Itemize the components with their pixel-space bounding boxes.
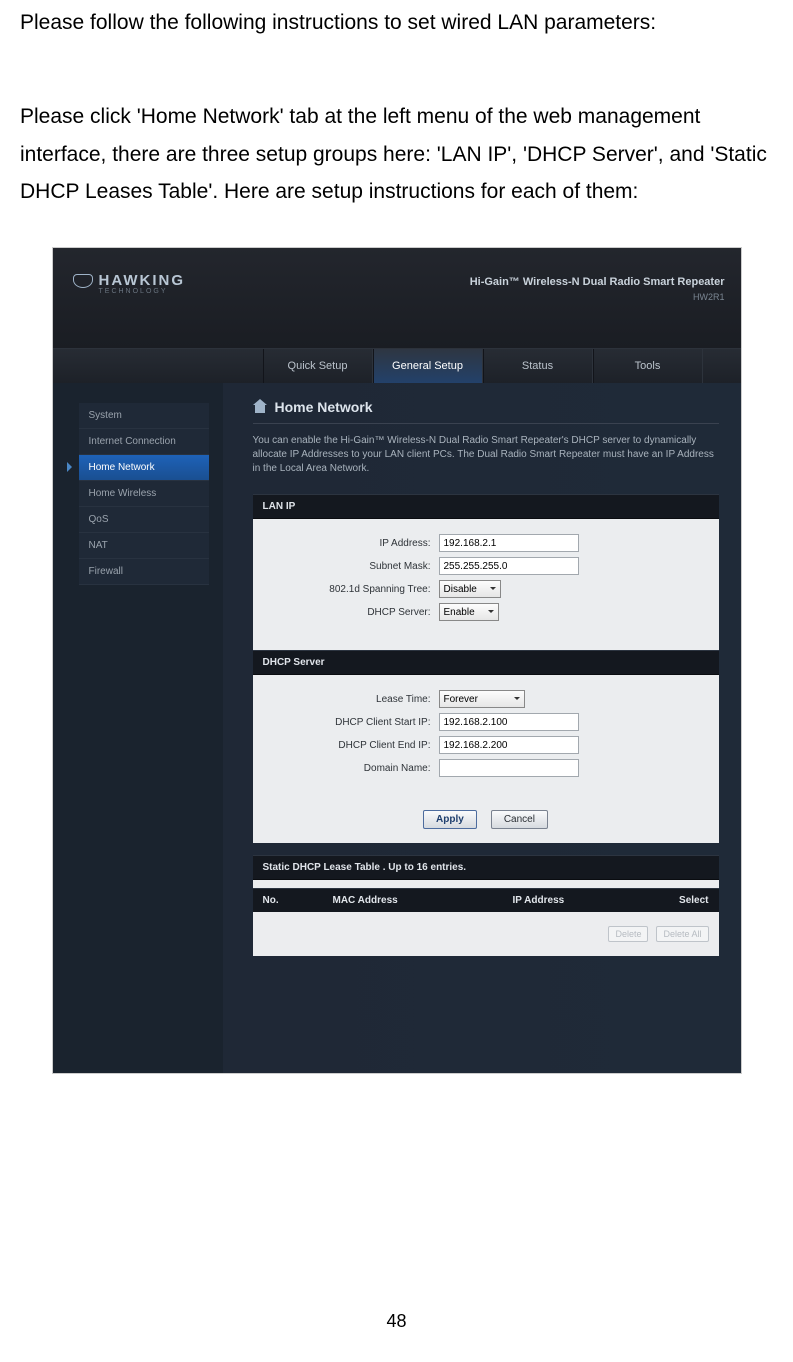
- content-title-row: Home Network: [253, 399, 719, 424]
- sidebar-item-home-network[interactable]: Home Network: [79, 455, 209, 481]
- sidebar-item-internet[interactable]: Internet Connection: [79, 429, 209, 455]
- table-actions: Delete Delete All: [253, 916, 719, 956]
- spanning-tree-select[interactable]: Disable: [439, 580, 501, 598]
- dhcp-start-label: DHCP Client Start IP:: [269, 717, 439, 728]
- static-table-header: No. MAC Address IP Address Select: [253, 888, 719, 912]
- doc-intro-1: Please follow the following instructions…: [0, 4, 793, 42]
- lan-ip-form: IP Address: Subnet Mask: 802.1d Spanning…: [253, 519, 719, 640]
- delete-button[interactable]: Delete: [608, 926, 648, 942]
- domain-name-input[interactable]: [439, 759, 579, 777]
- col-ip: IP Address: [513, 895, 649, 906]
- brand-logo: HAWKING: [73, 272, 186, 289]
- apply-cancel-row: Apply Cancel: [253, 796, 719, 843]
- delete-all-button[interactable]: Delete All: [656, 926, 708, 942]
- home-icon: [253, 401, 267, 413]
- product-title: Hi-Gain™ Wireless-N Dual Radio Smart Rep…: [470, 276, 725, 288]
- sidebar-item-nat[interactable]: NAT: [79, 533, 209, 559]
- hawk-icon: [73, 274, 93, 288]
- brand-subtitle: TECHNOLOGY: [99, 288, 168, 295]
- content-panel: Home Network You can enable the Hi-Gain™…: [223, 383, 741, 1073]
- apply-button[interactable]: Apply: [423, 810, 477, 829]
- cancel-button[interactable]: Cancel: [491, 810, 548, 829]
- subnet-mask-label: Subnet Mask:: [269, 561, 439, 572]
- product-model: HW2R1: [693, 292, 725, 302]
- section-static-dhcp-header: Static DHCP Lease Table . Up to 16 entri…: [253, 855, 719, 880]
- section-lan-ip-header: LAN IP: [253, 494, 719, 519]
- sidebar-item-system[interactable]: System: [79, 403, 209, 429]
- content-title: Home Network: [275, 399, 373, 415]
- page-number: 48: [0, 1311, 793, 1332]
- brand-name: HAWKING: [99, 272, 186, 289]
- tab-general-setup[interactable]: General Setup: [373, 349, 483, 383]
- sidebar: System Internet Connection Home Network …: [53, 383, 223, 1073]
- col-mac: MAC Address: [333, 895, 513, 906]
- tab-status[interactable]: Status: [483, 349, 593, 383]
- sidebar-item-qos[interactable]: QoS: [79, 507, 209, 533]
- router-screenshot: HAWKING TECHNOLOGY Hi-Gain™ Wireless-N D…: [52, 247, 742, 1074]
- content-description: You can enable the Hi-Gain™ Wireless-N D…: [253, 434, 719, 476]
- tab-tools[interactable]: Tools: [593, 349, 703, 383]
- dhcp-server-select[interactable]: Enable: [439, 603, 499, 621]
- subnet-mask-input[interactable]: [439, 557, 579, 575]
- screenshot-header: HAWKING TECHNOLOGY Hi-Gain™ Wireless-N D…: [53, 248, 741, 348]
- doc-intro-2: Please click 'Home Network' tab at the l…: [0, 98, 793, 211]
- top-nav: Quick Setup General Setup Status Tools: [53, 349, 741, 383]
- lease-time-label: Lease Time:: [269, 694, 439, 705]
- ip-address-input[interactable]: [439, 534, 579, 552]
- dhcp-end-input[interactable]: [439, 736, 579, 754]
- dhcp-server-label: DHCP Server:: [269, 607, 439, 618]
- screenshot-body: System Internet Connection Home Network …: [53, 383, 741, 1073]
- col-select: Select: [649, 895, 709, 906]
- dhcp-start-input[interactable]: [439, 713, 579, 731]
- dhcp-end-label: DHCP Client End IP:: [269, 740, 439, 751]
- spanning-tree-label: 802.1d Spanning Tree:: [269, 584, 439, 595]
- col-no: No.: [263, 895, 333, 906]
- sidebar-item-firewall[interactable]: Firewall: [79, 559, 209, 585]
- dhcp-form: Lease Time: Forever DHCP Client Start IP…: [253, 675, 719, 796]
- section-dhcp-header: DHCP Server: [253, 650, 719, 675]
- tab-quick-setup[interactable]: Quick Setup: [263, 349, 373, 383]
- domain-name-label: Domain Name:: [269, 763, 439, 774]
- lease-time-select[interactable]: Forever: [439, 690, 525, 708]
- ip-address-label: IP Address:: [269, 538, 439, 549]
- sidebar-item-home-wireless[interactable]: Home Wireless: [79, 481, 209, 507]
